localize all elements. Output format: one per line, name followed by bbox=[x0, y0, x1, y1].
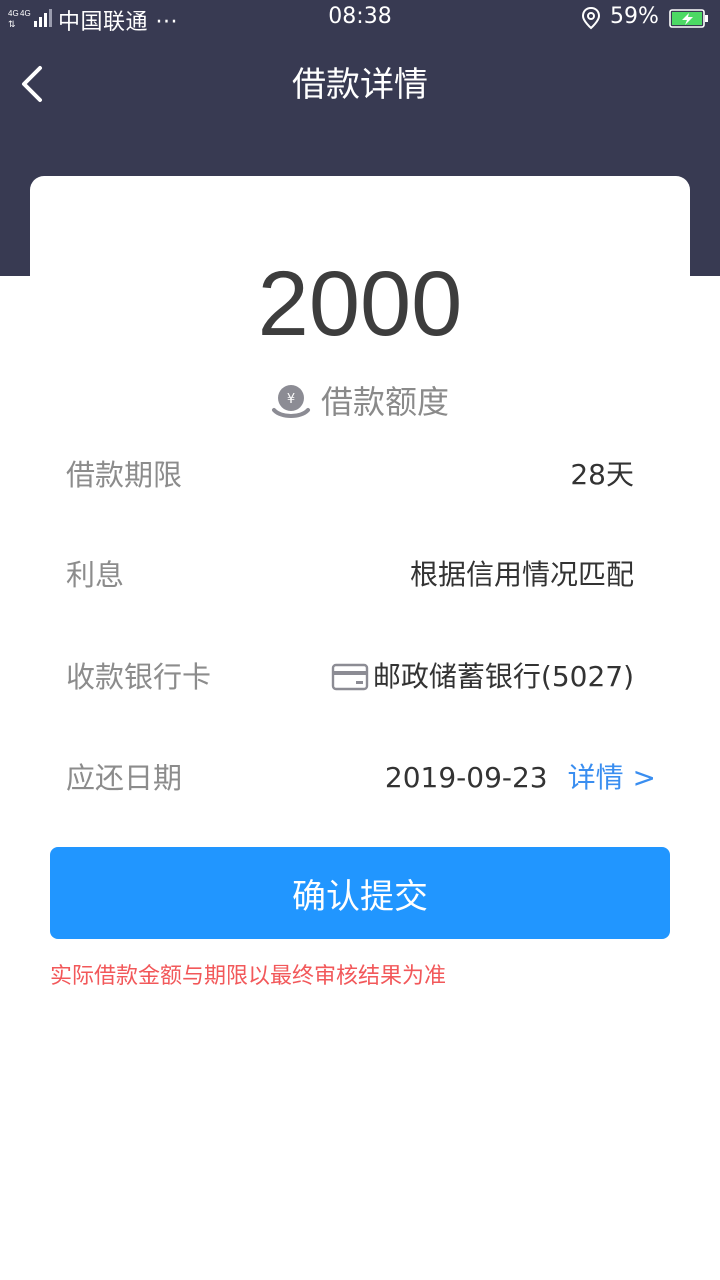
bank-card-row[interactable]: 收款银行卡 邮政储蓄银行(5027) bbox=[66, 652, 656, 702]
loan-term-row: 借款期限 28天 bbox=[66, 450, 656, 500]
disclaimer-notice: 实际借款金额与期限以最终审核结果为准 bbox=[50, 964, 447, 989]
battery-charging-icon bbox=[669, 9, 708, 28]
page-title: 借款详情 bbox=[292, 65, 428, 105]
bank-card-label: 收款银行卡 bbox=[66, 660, 212, 694]
bank-card-value: 邮政储蓄银行(5027) bbox=[372, 660, 634, 693]
due-date-row: 应还日期 2019-09-23 详情 > bbox=[66, 753, 656, 803]
loan-term-value: 28天 bbox=[570, 458, 634, 491]
interest-label: 利息 bbox=[66, 558, 125, 592]
due-date-value-group: 2019-09-23 详情 > bbox=[385, 753, 656, 803]
due-date-details-link[interactable]: 详情 > bbox=[568, 753, 656, 803]
due-date-label: 应还日期 bbox=[66, 761, 183, 795]
amount-label: 借款额度 bbox=[320, 383, 449, 421]
interest-row: 利息 根据信用情况匹配 bbox=[66, 550, 656, 600]
bank-card-value-group: 邮政储蓄银行(5027) bbox=[331, 652, 634, 702]
yen-coin-icon: ¥ bbox=[271, 385, 310, 418]
interest-value: 根据信用情况匹配 bbox=[409, 558, 634, 591]
svg-text:¥: ¥ bbox=[287, 392, 295, 407]
amount-label-row: ¥ 借款额度 bbox=[0, 380, 720, 424]
location-icon bbox=[581, 6, 601, 30]
battery-percent: 59% bbox=[610, 4, 659, 29]
loan-amount: 2000 bbox=[257, 253, 463, 355]
confirm-submit-button[interactable]: 确认提交 bbox=[50, 847, 670, 939]
loan-details-screen: 4G 4G ⇅ 中国联通 ··· 08:38 59% 借款详情 2000 ¥ 借… bbox=[0, 0, 720, 1280]
status-bar: 4G 4G ⇅ 中国联通 ··· 08:38 59% bbox=[0, 0, 720, 38]
loan-term-label: 借款期限 bbox=[66, 458, 183, 492]
bank-card-icon bbox=[331, 663, 369, 691]
due-date-value: 2019-09-23 bbox=[384, 761, 548, 794]
